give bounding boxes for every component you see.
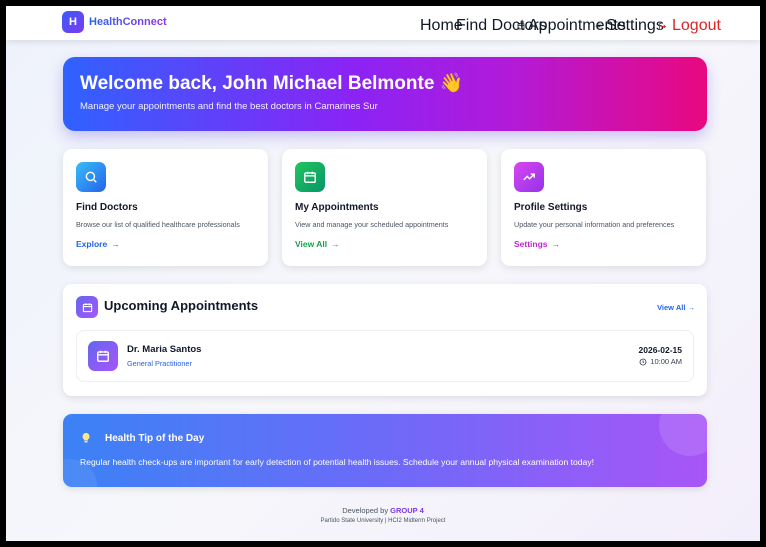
explore-link-label: Explore bbox=[76, 239, 108, 249]
arrow-right-icon: → bbox=[111, 239, 120, 249]
section-title: Upcoming Appointments bbox=[104, 298, 259, 313]
footer-subtext: Partido State University | HCI2 Midterm … bbox=[320, 518, 446, 524]
view-all-link[interactable]: View All → bbox=[295, 239, 340, 249]
welcome-subtitle: Manage your appointments and find the be… bbox=[80, 101, 378, 112]
card-title: My Appointments bbox=[295, 202, 379, 213]
settings-link-label: Settings bbox=[514, 239, 548, 249]
arrow-right-icon: → bbox=[331, 239, 340, 249]
calendar-icon bbox=[76, 296, 98, 318]
clock-icon bbox=[639, 358, 647, 365]
appointment-item[interactable]: Dr. Maria Santos General Practitioner 20… bbox=[76, 330, 694, 382]
card-description: Update your personal information and pre… bbox=[514, 220, 675, 229]
nav-logout-label: Logout bbox=[672, 17, 721, 34]
nav-settings-label: Settings bbox=[606, 17, 664, 34]
brand-logo: H bbox=[62, 11, 84, 33]
trending-up-icon bbox=[514, 162, 544, 192]
logout-icon bbox=[659, 22, 667, 30]
doctor-name: Dr. Maria Santos bbox=[127, 344, 202, 355]
tip-text: Regular health check-ups are important f… bbox=[80, 457, 595, 467]
tip-title: Health Tip of the Day bbox=[105, 433, 205, 444]
welcome-banner: Welcome back, John Michael Belmonte 👋 Ma… bbox=[63, 57, 707, 131]
view-all-appointments-link[interactable]: View All → bbox=[657, 303, 695, 312]
brand-name: HealthConnect bbox=[89, 16, 167, 28]
calendar-icon bbox=[88, 341, 118, 371]
upcoming-appointments-panel: Upcoming Appointments View All → Dr. Mar… bbox=[63, 284, 707, 396]
appointment-time: 10:00 AM bbox=[639, 357, 682, 366]
nav-settings[interactable]: Settings bbox=[595, 17, 664, 35]
footer-credit: Developed by GROUP 4 bbox=[6, 506, 760, 515]
lightbulb-icon bbox=[80, 431, 92, 449]
brand[interactable]: H HealthConnect bbox=[62, 11, 167, 33]
card-title: Profile Settings bbox=[514, 202, 588, 213]
view-all-link-label: View All bbox=[295, 239, 328, 249]
card-description: View and manage your scheduled appointme… bbox=[295, 220, 449, 229]
decorative-circle bbox=[659, 414, 707, 456]
appointment-time-label: 10:00 AM bbox=[650, 357, 682, 366]
app-window: H HealthConnect Home Find Doctors Appoin… bbox=[6, 6, 760, 541]
nav-logout[interactable]: Logout bbox=[658, 17, 721, 35]
footer-developed-by: Developed by bbox=[342, 506, 389, 515]
doctor-specialty: General Practitioner bbox=[127, 359, 192, 368]
health-tip-banner: Health Tip of the Day Regular health che… bbox=[63, 414, 707, 487]
calendar-icon bbox=[295, 162, 325, 192]
calendar-icon bbox=[517, 23, 525, 30]
appointment-date: 2026-02-15 bbox=[638, 345, 682, 355]
footer-group: GROUP 4 bbox=[390, 506, 424, 515]
card-description: Browse our list of qualified healthcare … bbox=[76, 220, 240, 229]
card-profile-settings[interactable]: Profile Settings Update your personal in… bbox=[501, 149, 706, 266]
card-find-doctors[interactable]: Find Doctors Browse our list of qualifie… bbox=[63, 149, 268, 266]
card-my-appointments[interactable]: My Appointments View and manage your sch… bbox=[282, 149, 487, 266]
explore-link[interactable]: Explore → bbox=[76, 239, 120, 249]
search-icon bbox=[76, 162, 106, 192]
gear-icon bbox=[595, 22, 603, 30]
card-title: Find Doctors bbox=[76, 202, 138, 213]
welcome-title: Welcome back, John Michael Belmonte 👋 bbox=[80, 73, 464, 94]
settings-link[interactable]: Settings → bbox=[514, 239, 560, 249]
top-navbar: H HealthConnect Home Find Doctors Appoin… bbox=[6, 6, 760, 40]
arrow-right-icon: → bbox=[551, 239, 561, 249]
